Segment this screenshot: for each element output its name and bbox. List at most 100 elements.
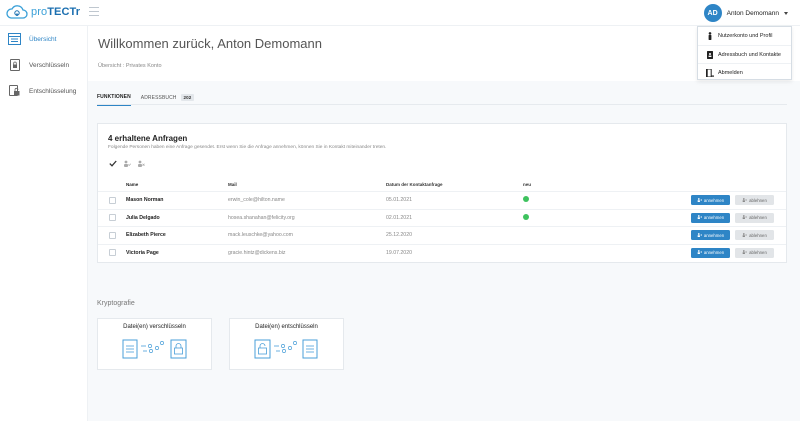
request-date: 02.01.2021 [386, 214, 412, 221]
decline-label: ablehnen [749, 250, 767, 256]
row-checkbox[interactable] [108, 231, 116, 239]
sidebar: Übersicht Verschlüsseln Entschlüsselung [0, 26, 88, 421]
sidebar-item-overview[interactable]: Übersicht [0, 26, 87, 52]
decline-label: ablehnen [749, 232, 767, 238]
request-date: 25.12.2020 [386, 232, 412, 239]
avatar: AD [703, 4, 722, 22]
top-bar: proTECTr AD Anton Demomann [0, 0, 800, 26]
sidebar-item-label: Übersicht [29, 35, 57, 43]
person-remove-icon [742, 197, 748, 203]
tab-label: FUNKTIONEN [97, 94, 131, 100]
contact-name: Mason Norman [126, 197, 164, 204]
overview-icon [8, 33, 21, 46]
bulk-accept-icon[interactable] [122, 158, 132, 168]
sidebar-item-label: Entschlüsselung [29, 87, 77, 95]
column-header-date: Datum der Kontaktanfrage [386, 181, 443, 187]
decline-label: ablehnen [749, 197, 767, 203]
column-header-mail: Mail [228, 181, 237, 187]
sidebar-item-label: Verschlüsseln [29, 61, 70, 69]
decline-button[interactable]: ablehnen [735, 247, 774, 258]
encrypt-illustration-icon [122, 339, 187, 359]
contact-mail: hosea.shanahan@felicity.org [228, 214, 295, 221]
logo-prefix: pro [31, 6, 48, 18]
accept-label: annehmen [703, 215, 725, 221]
requests-subtitle: Folgende Personen haben eine Anfrage ges… [108, 145, 387, 150]
person-remove-icon [742, 215, 748, 220]
table-row: Julia Delgado hosea.shanahan@felicity.or… [98, 208, 786, 227]
contact-mail: mack.leuschke@yahoo.com [228, 232, 293, 239]
menu-item-label: Adressbuch und Kontakte [718, 51, 781, 58]
menu-item-address-book[interactable]: Adressbuch und Kontakte [698, 45, 791, 63]
accept-label: annehmen [703, 232, 725, 238]
user-dropdown-menu: Nutzerkonto und Profil Adressbuch und Ko… [697, 26, 792, 80]
table-row: Elizabeth Pierce mack.leuschke@yahoo.com… [98, 226, 786, 244]
menu-item-label: Nutzerkonto und Profil [718, 33, 773, 39]
request-date: 05.01.2021 [386, 197, 412, 204]
sidebar-item-decrypt[interactable]: Entschlüsselung [0, 78, 87, 104]
decline-button[interactable]: ablehnen [735, 212, 774, 223]
table-header: Name Mail Datum der Kontaktanfrage neu [98, 177, 786, 191]
card-label: Datei(en) entschlüsseln [255, 324, 318, 330]
card-label: Datei(en) verschlüsseln [123, 324, 186, 330]
page-header: Willkommen zurück, Anton Demomann Übersi… [88, 26, 800, 81]
app-logo[interactable]: proTECTr [6, 4, 80, 20]
accept-label: annehmen [703, 197, 725, 203]
person-add-icon [697, 250, 702, 255]
contact-mail: gracie.hintz@dickens.biz [228, 249, 286, 256]
chevron-down-icon [784, 11, 788, 15]
decrypt-illustration-icon [254, 339, 318, 359]
menu-item-profile[interactable]: Nutzerkonto und Profil [698, 27, 791, 45]
contact-mail: erwin_cole@hilton.name [228, 197, 285, 204]
menu-item-logout[interactable]: Abmelden [698, 63, 791, 81]
contact-name: Victoria Page [126, 249, 159, 256]
cloud-logo-icon [6, 5, 28, 19]
column-header-new: neu [523, 181, 532, 187]
decline-label: ablehnen [749, 215, 767, 221]
person-icon [706, 32, 714, 40]
new-indicator [523, 196, 529, 203]
unlock-document-icon [8, 85, 21, 98]
select-all-check-icon[interactable] [108, 158, 118, 168]
person-add-icon [697, 215, 702, 220]
requests-table: Name Mail Datum der Kontaktanfrage neu M… [98, 177, 786, 261]
breadcrumb: Übersicht : Privates Konto [98, 63, 162, 69]
row-checkbox[interactable] [108, 249, 116, 257]
requests-title: 4 erhaltene Anfragen [108, 134, 188, 143]
contact-name: Julia Delgado [126, 214, 160, 221]
accept-button[interactable]: annehmen [691, 195, 730, 206]
user-name: Anton Demomann [726, 9, 779, 17]
accept-label: annehmen [703, 250, 725, 256]
menu-item-label: Abmelden [718, 69, 743, 76]
decrypt-files-card[interactable]: Datei(en) entschlüsseln [229, 318, 344, 370]
person-remove-icon [742, 232, 748, 238]
menu-toggle-icon[interactable] [89, 7, 99, 16]
bulk-decline-icon[interactable] [136, 158, 146, 168]
table-row: Victoria Page gracie.hintz@dickens.biz 1… [98, 243, 786, 262]
decline-button[interactable]: ablehnen [735, 195, 774, 206]
person-add-icon [697, 197, 702, 203]
encrypt-files-card[interactable]: Datei(en) verschlüsseln [97, 318, 212, 370]
person-add-icon [697, 232, 702, 238]
tab-divider [97, 104, 787, 105]
bulk-actions [108, 158, 150, 168]
row-checkbox[interactable] [108, 196, 116, 204]
requests-card: 4 erhaltene Anfragen Folgende Personen h… [97, 123, 787, 263]
lock-icon [8, 59, 21, 72]
accept-button[interactable]: annehmen [691, 212, 730, 223]
logout-icon [706, 68, 714, 77]
sidebar-item-encrypt[interactable]: Verschlüsseln [0, 52, 87, 78]
contact-name: Elizabeth Pierce [126, 232, 166, 239]
tab-label: ADRESSBUCH [140, 95, 177, 101]
decline-button[interactable]: ablehnen [735, 230, 774, 241]
person-remove-icon [742, 250, 748, 255]
user-menu-toggle[interactable]: AD Anton Demomann [703, 4, 788, 22]
request-date: 19.07.2020 [386, 249, 412, 256]
page-title: Willkommen zurück, Anton Demomann [98, 36, 322, 51]
address-book-icon [706, 50, 714, 59]
logo-wordmark: proTECTr [31, 6, 80, 18]
accept-button[interactable]: annehmen [691, 230, 730, 241]
accept-button[interactable]: annehmen [691, 247, 730, 258]
count-badge: 202 [180, 94, 195, 101]
row-checkbox[interactable] [108, 214, 116, 222]
column-header-name: Name [126, 181, 139, 187]
